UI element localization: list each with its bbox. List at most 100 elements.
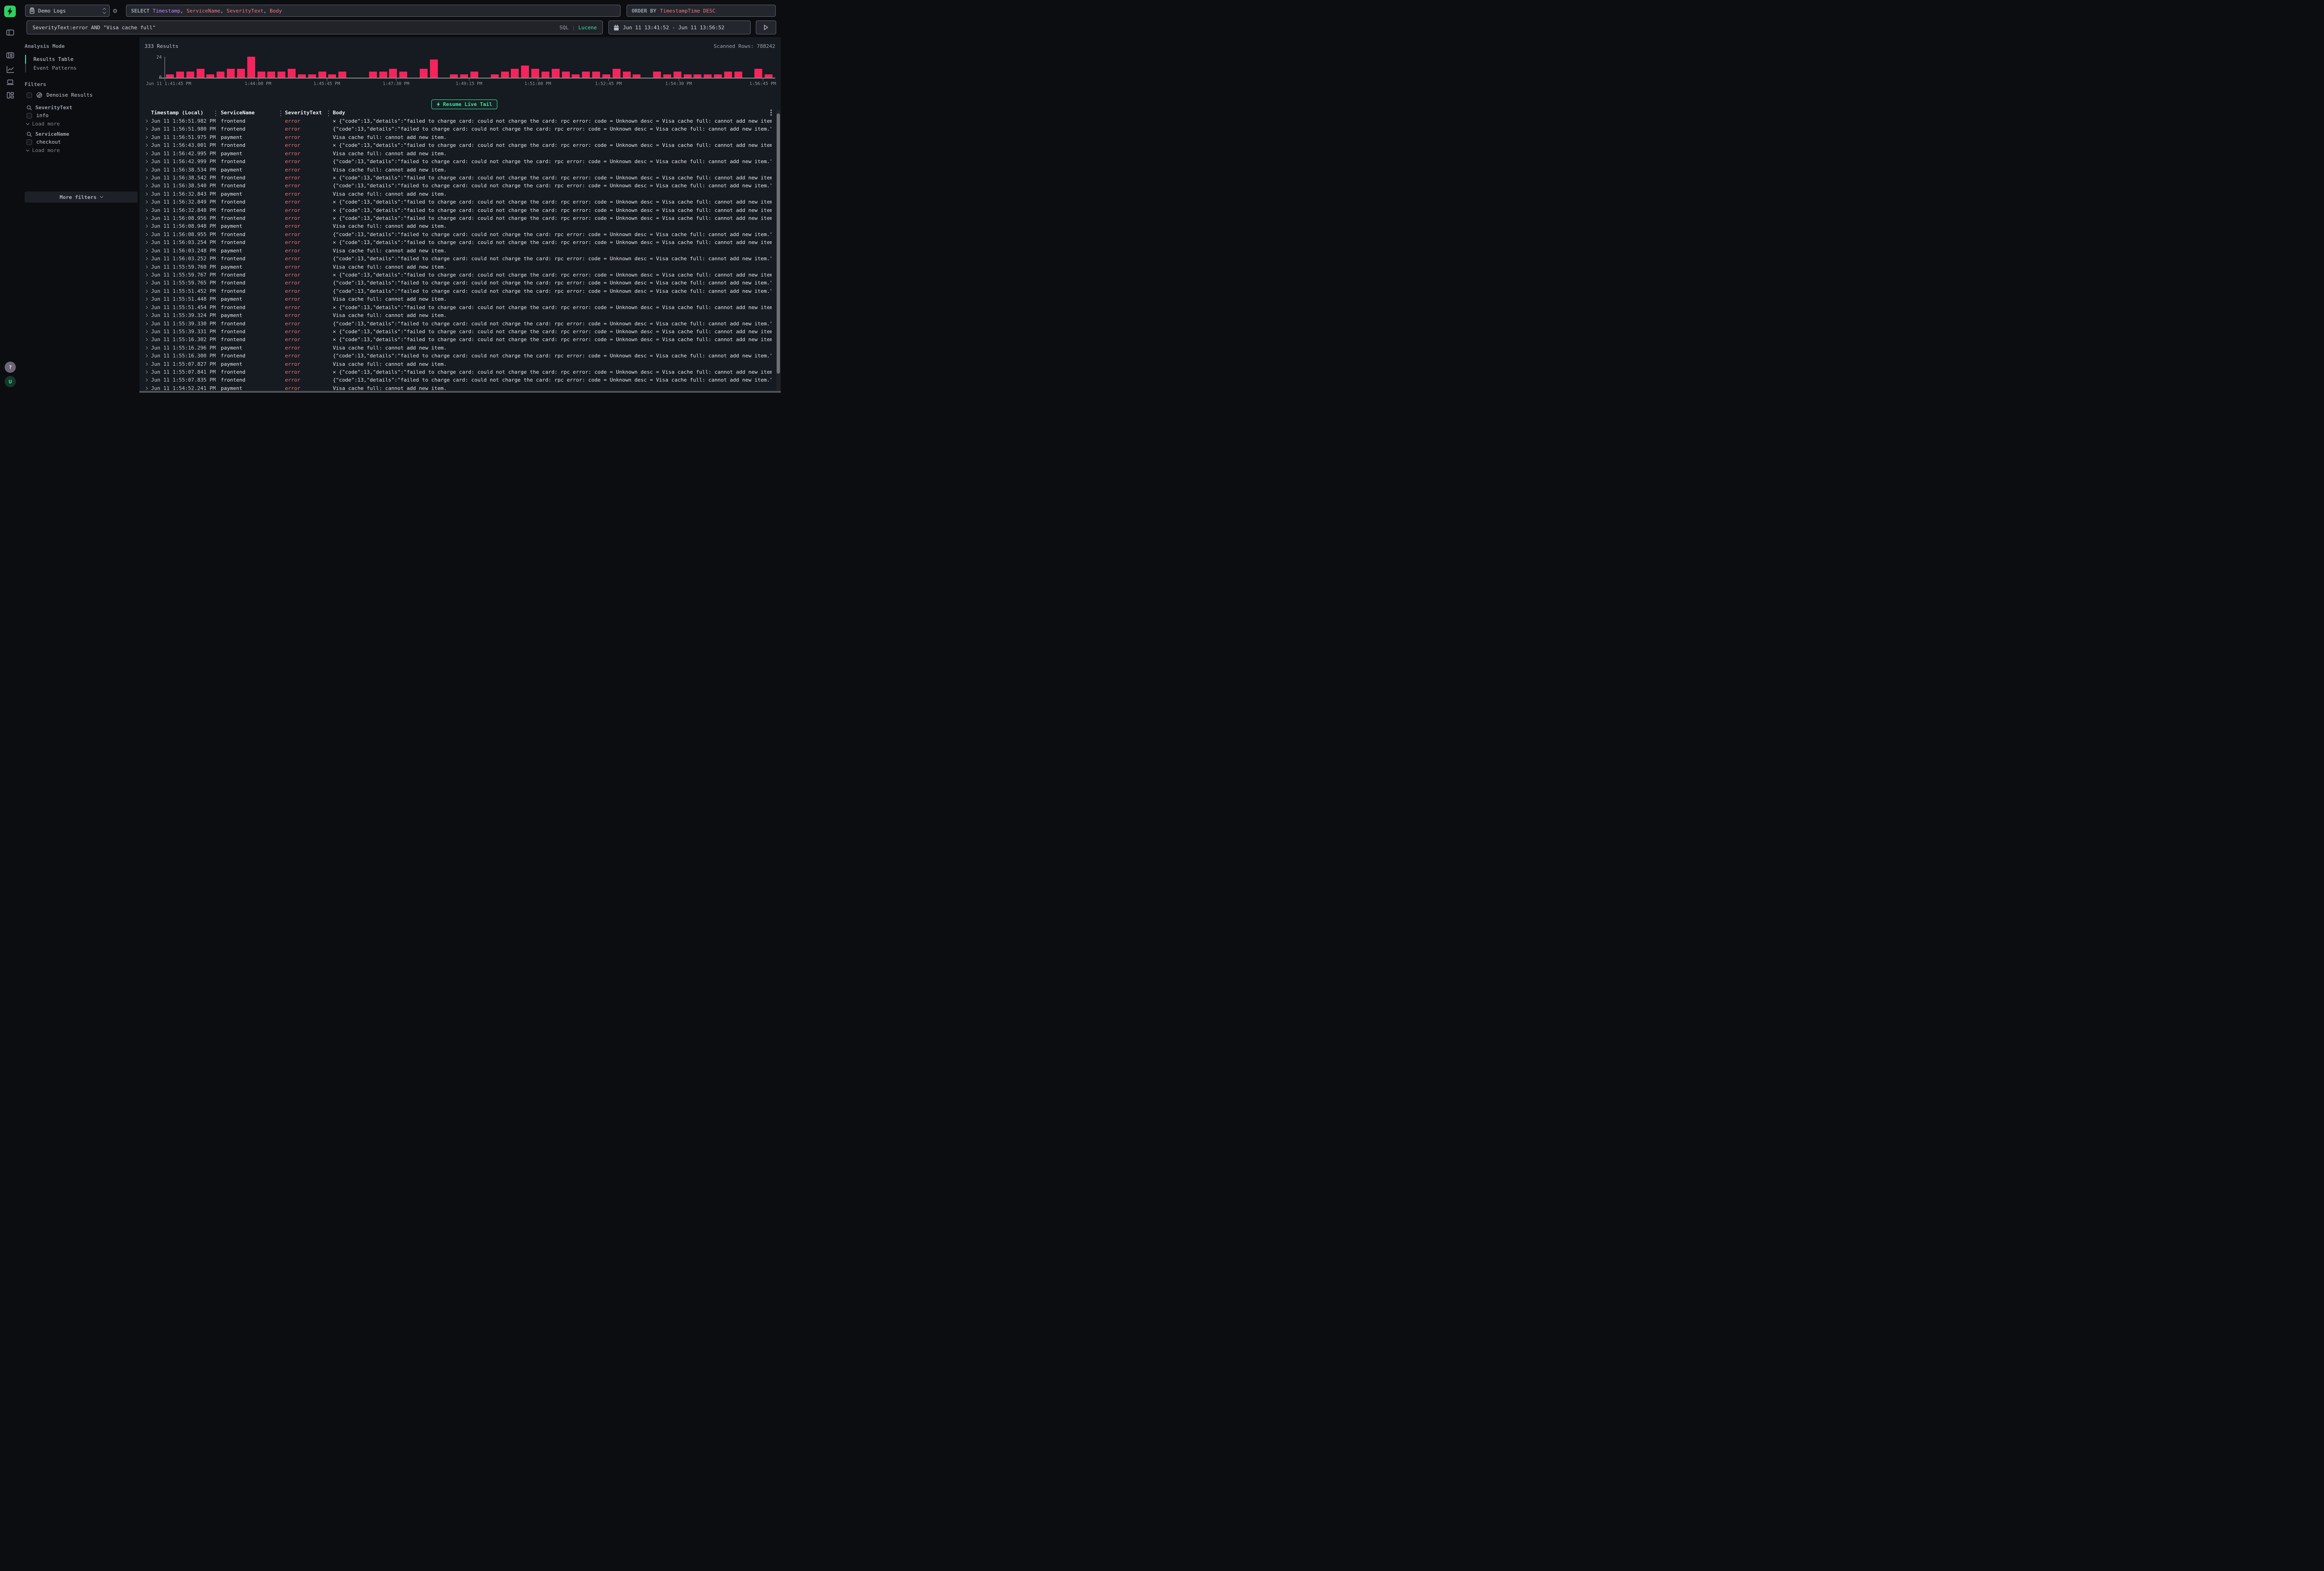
resume-live-tail-button[interactable]: Resume Live Tail xyxy=(431,99,497,109)
expand-row-icon[interactable] xyxy=(145,257,148,260)
filter-group-servicename[interactable]: ServiceName xyxy=(26,131,69,137)
table-row[interactable]: Jun 11 1:55:07.835 PMfrontenderror{"code… xyxy=(139,376,781,384)
results-histogram[interactable]: 24 0 Jun 11 1:41:45 PM1:44:00 PM1:45:45 … xyxy=(139,56,781,84)
table-row[interactable]: Jun 11 1:56:43.001 PMfrontenderror✕ {"co… xyxy=(139,141,781,149)
expand-row-icon[interactable] xyxy=(145,322,148,325)
histogram-bar[interactable] xyxy=(186,72,194,78)
expand-row-icon[interactable] xyxy=(145,387,148,390)
histogram-bar[interactable] xyxy=(562,72,570,78)
search-logs-icon[interactable] xyxy=(6,51,14,59)
app-logo[interactable] xyxy=(4,6,16,17)
expand-row-icon[interactable] xyxy=(145,233,148,236)
expand-row-icon[interactable] xyxy=(145,265,148,269)
run-query-button[interactable] xyxy=(756,20,776,34)
checkbox[interactable] xyxy=(26,113,32,119)
expand-row-icon[interactable] xyxy=(145,192,148,196)
expand-row-icon[interactable] xyxy=(145,330,148,333)
load-more-servicename[interactable]: Load more xyxy=(26,147,60,153)
table-row[interactable]: Jun 11 1:56:42.995 PMpaymenterrorVisa ca… xyxy=(139,150,781,158)
checkbox[interactable] xyxy=(26,139,32,145)
histogram-bar[interactable] xyxy=(501,72,509,78)
expand-row-icon[interactable] xyxy=(145,370,148,374)
histogram-bar[interactable] xyxy=(288,69,296,78)
mode-sql[interactable]: SQL xyxy=(560,25,569,31)
histogram-bar[interactable] xyxy=(552,69,560,78)
histogram-bar[interactable] xyxy=(308,74,316,78)
dashboards-icon[interactable] xyxy=(6,91,14,99)
sidebar-toggle-icon[interactable] xyxy=(6,28,14,37)
histogram-bar[interactable] xyxy=(389,69,397,78)
expand-row-icon[interactable] xyxy=(145,119,148,123)
expand-row-icon[interactable] xyxy=(145,200,148,204)
histogram-bar[interactable] xyxy=(765,74,772,78)
col-servicename[interactable]: ServiceName xyxy=(221,110,255,116)
histogram-bar[interactable] xyxy=(197,69,205,78)
table-row[interactable]: Jun 11 1:55:07.827 PMpaymenterrorVisa ca… xyxy=(139,360,781,368)
histogram-bar[interactable] xyxy=(237,69,245,78)
histogram-bar[interactable] xyxy=(399,72,407,78)
histogram-bar[interactable] xyxy=(267,72,275,78)
histogram-bar[interactable] xyxy=(673,72,681,78)
expand-row-icon[interactable] xyxy=(145,290,148,293)
analysis-mode-event-patterns[interactable]: Event Patterns xyxy=(25,64,77,73)
expand-row-icon[interactable] xyxy=(145,281,148,284)
histogram-bar[interactable] xyxy=(714,74,722,78)
expand-row-icon[interactable] xyxy=(145,354,148,357)
table-row[interactable]: Jun 11 1:55:39.330 PMfrontenderror{"code… xyxy=(139,320,781,328)
table-row[interactable]: Jun 11 1:56:51.982 PMfrontenderror✕ {"co… xyxy=(139,117,781,125)
table-row[interactable]: Jun 11 1:56:03.248 PMpaymenterrorVisa ca… xyxy=(139,247,781,255)
expand-row-icon[interactable] xyxy=(145,378,148,382)
denoise-results-row[interactable]: Denoise Results xyxy=(26,92,92,98)
histogram-bar[interactable] xyxy=(450,74,458,78)
table-row[interactable]: Jun 11 1:55:59.767 PMfrontenderror✕ {"co… xyxy=(139,271,781,279)
histogram-bar[interactable] xyxy=(460,74,468,78)
histogram-bar[interactable] xyxy=(511,69,519,78)
col-resize-handle[interactable] xyxy=(328,111,329,116)
histogram-bar[interactable] xyxy=(176,72,184,78)
order-by-input[interactable]: ORDER BY TimestampTime DESC xyxy=(627,5,776,17)
table-row[interactable]: Jun 11 1:56:32.848 PMfrontenderror✕ {"co… xyxy=(139,206,781,214)
expand-row-icon[interactable] xyxy=(145,224,148,228)
histogram-bar[interactable] xyxy=(206,74,214,78)
mode-lucene[interactable]: Lucene xyxy=(578,25,597,31)
table-row[interactable]: Jun 11 1:55:59.760 PMpaymenterrorVisa ca… xyxy=(139,263,781,271)
table-row[interactable]: Jun 11 1:56:03.254 PMfrontenderror✕ {"co… xyxy=(139,238,781,246)
expand-row-icon[interactable] xyxy=(145,136,148,139)
expand-row-icon[interactable] xyxy=(145,363,148,366)
histogram-bar[interactable] xyxy=(430,59,438,78)
expand-row-icon[interactable] xyxy=(145,297,148,301)
histogram-bar[interactable] xyxy=(602,74,610,78)
expand-row-icon[interactable] xyxy=(145,144,148,147)
col-resize-handle[interactable] xyxy=(215,111,216,116)
histogram-bar[interactable] xyxy=(277,72,285,78)
expand-row-icon[interactable] xyxy=(145,184,148,187)
histogram-bar[interactable] xyxy=(754,69,762,78)
table-row[interactable]: Jun 11 1:56:08.955 PMfrontenderror{"code… xyxy=(139,231,781,238)
histogram-bar[interactable] xyxy=(318,72,326,78)
table-row[interactable]: Jun 11 1:56:51.980 PMfrontenderror{"code… xyxy=(139,125,781,133)
histogram-bar[interactable] xyxy=(257,72,265,78)
histogram-bar[interactable] xyxy=(592,72,600,78)
table-row[interactable]: Jun 11 1:56:03.252 PMfrontenderror{"code… xyxy=(139,255,781,263)
col-severitytext[interactable]: SeverityText xyxy=(285,110,322,116)
filter-option-checkout[interactable]: checkout xyxy=(26,139,61,145)
table-row[interactable]: Jun 11 1:55:51.454 PMfrontenderror✕ {"co… xyxy=(139,304,781,311)
histogram-bar[interactable] xyxy=(572,74,580,78)
scrollbar-thumb[interactable] xyxy=(777,113,780,374)
expand-row-icon[interactable] xyxy=(145,217,148,220)
histogram-bar[interactable] xyxy=(491,74,499,78)
expand-row-icon[interactable] xyxy=(145,346,148,350)
source-selector[interactable]: Demo Logs xyxy=(25,5,110,17)
histogram-bar[interactable] xyxy=(693,74,701,78)
histogram-bar[interactable] xyxy=(166,74,174,78)
select-query-input[interactable]: SELECT Timestamp, ServiceName, SeverityT… xyxy=(126,5,621,17)
column-settings-icon[interactable]: ••• xyxy=(770,110,772,117)
expand-row-icon[interactable] xyxy=(145,152,148,155)
col-body[interactable]: Body xyxy=(333,110,345,116)
load-more-severitytext[interactable]: Load more xyxy=(26,121,60,127)
histogram-bar[interactable] xyxy=(470,72,478,78)
table-row[interactable]: Jun 11 1:55:16.296 PMpaymenterrorVisa ca… xyxy=(139,344,781,352)
table-row[interactable]: Jun 11 1:56:38.542 PMfrontenderror✕ {"co… xyxy=(139,174,781,182)
table-row[interactable]: Jun 11 1:56:38.534 PMpaymenterrorVisa ca… xyxy=(139,166,781,174)
expand-row-icon[interactable] xyxy=(145,160,148,163)
